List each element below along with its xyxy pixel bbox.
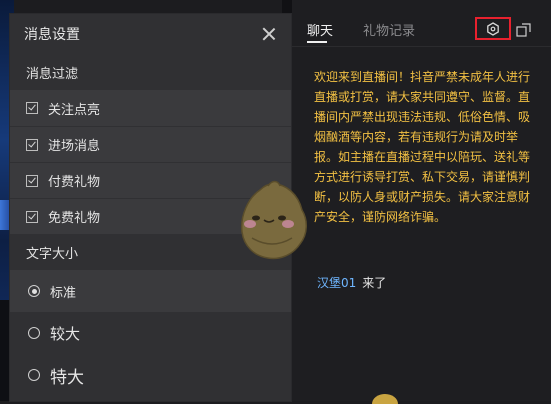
tab-chat[interactable]: 聊天 xyxy=(307,20,333,43)
filter-label: 进场消息 xyxy=(48,139,101,154)
checkbox-checked-icon[interactable] xyxy=(26,102,38,114)
filter-label: 关注点亮 xyxy=(48,102,101,118)
font-size-label: 标准 xyxy=(50,285,77,301)
system-notice: 欢迎来到直播间！抖音严禁未成年人进行直播或打赏，请大家共同遵守、监督。直播间内严… xyxy=(314,70,531,224)
filter-entry-messages[interactable]: 进场消息 xyxy=(10,126,291,162)
checkbox-checked-icon[interactable] xyxy=(26,210,38,223)
radio-selected-icon[interactable] xyxy=(28,285,40,297)
filter-section-label: 消息过滤 xyxy=(10,54,291,90)
chat-tabs: 聊天 礼物记录 xyxy=(307,20,415,43)
radio-icon[interactable] xyxy=(28,327,40,339)
tab-divider xyxy=(292,46,551,47)
popout-window-icon[interactable] xyxy=(516,22,532,38)
font-size-label: 特大 xyxy=(50,367,84,388)
settings-hexagon-icon xyxy=(487,21,499,36)
chat-message-text: 来了 xyxy=(362,276,387,290)
filter-label: 免费礼物 xyxy=(48,211,101,226)
chat-message: 汉堡01 来了 xyxy=(317,274,386,291)
filter-follow-light[interactable]: 关注点亮 xyxy=(10,90,291,126)
checkbox-checked-icon[interactable] xyxy=(26,138,38,151)
mascot-sticker-icon xyxy=(240,180,307,260)
font-size-standard[interactable]: 标准 xyxy=(10,270,291,312)
close-icon[interactable] xyxy=(261,26,277,42)
chat-panel: 聊天 礼物记录 欢迎来到直播间！抖音严禁未成年人进行直播或打赏，请大家共同遵守、… xyxy=(292,0,551,401)
chat-username[interactable]: 汉堡01 xyxy=(317,276,356,290)
filter-label: 付费礼物 xyxy=(48,175,101,190)
checkbox-checked-icon[interactable] xyxy=(26,174,38,187)
chat-settings-button[interactable] xyxy=(475,17,511,40)
settings-header: 消息设置 xyxy=(10,14,291,54)
font-size-large[interactable]: 较大 xyxy=(10,312,291,354)
font-size-extra-large[interactable]: 特大 xyxy=(10,354,291,396)
tab-gift-records[interactable]: 礼物记录 xyxy=(363,20,415,39)
settings-title: 消息设置 xyxy=(24,27,80,43)
mascot-peek-icon xyxy=(372,394,398,404)
font-size-label: 较大 xyxy=(50,324,81,343)
radio-icon[interactable] xyxy=(28,369,40,381)
